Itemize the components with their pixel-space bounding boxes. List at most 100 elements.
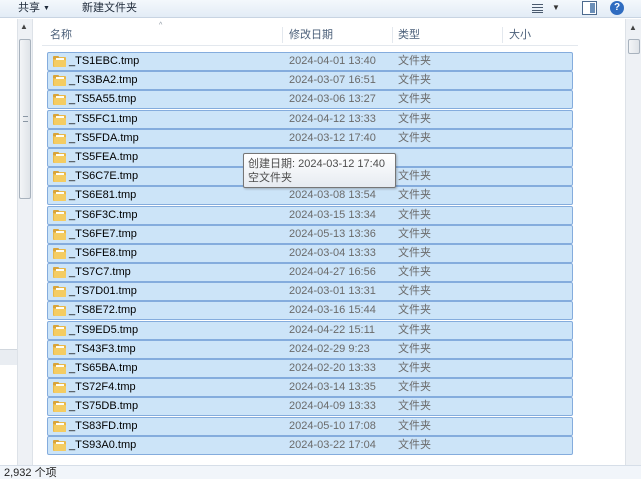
- navigation-pane[interactable]: [0, 19, 17, 465]
- grip-icon: [23, 116, 28, 122]
- modified-date: 2024-04-22 15:11: [289, 323, 376, 336]
- folder-icon: [53, 382, 66, 394]
- file-name: _TS5A55.tmp: [69, 93, 137, 106]
- file-type: 文件夹: [398, 55, 431, 67]
- scroll-up-arrow-icon[interactable]: ▲: [629, 23, 637, 32]
- folder-icon: [53, 343, 66, 355]
- column-size-header[interactable]: 大小: [509, 24, 531, 46]
- column-name-header[interactable]: 名称: [50, 24, 72, 46]
- file-row[interactable]: _TS7D01.tmp 2024-03-01 13:31 文件夹: [47, 282, 573, 302]
- file-type: 文件夹: [398, 342, 431, 355]
- column-divider[interactable]: [502, 27, 503, 43]
- tooltip-created-date: 创建日期: 2024-03-12 17:40: [248, 158, 385, 170]
- sort-ascending-icon: ^: [159, 22, 163, 29]
- modified-date: 2024-03-12 17:40: [289, 131, 376, 144]
- file-row[interactable]: _TS43F3.tmp 2024-02-29 9:23 文件夹: [47, 339, 573, 359]
- folder-icon: [53, 56, 66, 67]
- file-name: _TS65BA.tmp: [69, 362, 138, 374]
- file-name: _TS7C7.tmp: [69, 266, 131, 279]
- file-type: 文件夹: [398, 381, 431, 394]
- folder-icon: [53, 94, 66, 106]
- file-row[interactable]: _TS5FC1.tmp 2024-04-12 13:33 文件夹: [47, 109, 573, 129]
- folder-icon: [53, 324, 66, 336]
- file-name: _TS3BA2.tmp: [69, 74, 138, 87]
- modified-date: 2024-04-12 13:33: [289, 112, 376, 125]
- column-divider[interactable]: [392, 27, 393, 43]
- modified-date: 2024-03-16 15:44: [289, 304, 376, 317]
- modified-date: 2024-03-04 13:33: [289, 246, 376, 259]
- folder-icon: [53, 151, 66, 163]
- file-row[interactable]: _TS83FD.tmp 2024-05-10 17:08 文件夹: [47, 416, 573, 436]
- file-list-scrollbar[interactable]: ▲: [625, 19, 641, 465]
- file-type: 文件夹: [398, 285, 431, 298]
- navigation-pane-divider: [0, 349, 17, 365]
- file-type: 文件夹: [398, 323, 431, 336]
- file-row[interactable]: _TS8E72.tmp 2024-03-16 15:44 文件夹: [47, 301, 573, 321]
- file-name: _TS6C7E.tmp: [69, 170, 139, 183]
- folder-icon: [53, 420, 66, 432]
- folder-icon: [53, 132, 66, 144]
- file-row[interactable]: _TS6FE8.tmp 2024-03-04 13:33 文件夹: [47, 243, 573, 263]
- file-name: _TS83FD.tmp: [69, 419, 138, 432]
- folder-icon: [53, 363, 66, 374]
- file-type: 文件夹: [398, 170, 431, 183]
- file-name: _TS7D01.tmp: [69, 285, 137, 298]
- file-list-scroll-thumb[interactable]: [628, 39, 640, 54]
- file-type: 文件夹: [398, 131, 431, 144]
- file-row[interactable]: _TS5A55.tmp 2024-03-06 13:27 文件夹: [47, 90, 573, 110]
- file-row[interactable]: _TS6E81.tmp 2024-03-08 13:54 文件夹: [47, 186, 573, 206]
- folder-icon: [53, 171, 66, 183]
- file-row[interactable]: _TS72F4.tmp 2024-03-14 13:35 文件夹: [47, 378, 573, 398]
- modified-date: 2024-05-10 17:08: [289, 419, 376, 432]
- modified-date: 2024-03-07 16:51: [289, 74, 376, 87]
- file-row[interactable]: _TS5FDA.tmp 2024-03-12 17:40 文件夹: [47, 128, 573, 148]
- file-row[interactable]: _TS3BA2.tmp 2024-03-07 16:51 文件夹: [47, 71, 573, 91]
- share-label: 共享: [18, 2, 40, 14]
- file-name: _TS6E81.tmp: [69, 189, 137, 202]
- file-row[interactable]: _TS93A0.tmp 2024-03-22 17:04 文件夹: [47, 435, 573, 455]
- file-type: 文件夹: [398, 246, 431, 259]
- share-button[interactable]: 共享 ▼: [18, 1, 50, 16]
- file-row[interactable]: _TS1EBC.tmp 2024-04-01 13:40 文件夹: [47, 52, 573, 71]
- command-bar: 共享 ▼ 新建文件夹 ▼ ?: [0, 0, 641, 18]
- file-list: _TS1EBC.tmp 2024-04-01 13:40 文件夹 _TS3BA2.tm…: [47, 52, 573, 460]
- file-name: _TS5FEA.tmp: [69, 150, 139, 163]
- file-row[interactable]: _TS65BA.tmp 2024-02-20 13:33 文件夹: [47, 359, 573, 378]
- folder-tooltip: 创建日期: 2024-03-12 17:40 空文件夹: [243, 153, 396, 188]
- modified-date: 2024-03-01 13:31: [289, 285, 376, 298]
- file-row[interactable]: _TS6FE7.tmp 2024-05-13 13:36 文件夹: [47, 224, 573, 244]
- file-name: _TS43F3.tmp: [69, 342, 136, 355]
- column-type-header[interactable]: 类型: [398, 24, 420, 46]
- folder-icon: [53, 209, 66, 221]
- file-type: 文件夹: [398, 400, 431, 413]
- file-type: 文件夹: [398, 362, 431, 374]
- file-name: _TS93A0.tmp: [69, 438, 137, 451]
- folder-icon: [53, 228, 66, 240]
- file-name: _TS5FC1.tmp: [69, 112, 138, 125]
- file-row[interactable]: _TS6F3C.tmp 2024-03-15 13:34 文件夹: [47, 205, 573, 225]
- file-type: 文件夹: [398, 112, 431, 125]
- file-row[interactable]: _TS7C7.tmp 2024-04-27 16:56 文件夹: [47, 263, 573, 283]
- preview-pane-button[interactable]: [582, 1, 597, 15]
- file-row[interactable]: _TS75DB.tmp 2024-04-09 13:33 文件夹: [47, 397, 573, 417]
- file-type: 文件夹: [398, 74, 431, 87]
- file-name: _TS9ED5.tmp: [69, 323, 139, 336]
- modified-date: 2024-03-15 13:34: [289, 208, 376, 221]
- folder-icon: [53, 439, 66, 451]
- file-name: _TS6F3C.tmp: [69, 208, 138, 221]
- navigation-scrollbar[interactable]: ▲: [17, 19, 33, 465]
- file-type: 文件夹: [398, 93, 431, 106]
- folder-icon: [53, 247, 66, 259]
- navigation-scroll-thumb[interactable]: [19, 39, 31, 199]
- column-divider[interactable]: [282, 27, 283, 43]
- file-type: 文件夹: [398, 304, 431, 317]
- modified-date: 2024-03-14 13:35: [289, 381, 376, 394]
- file-row[interactable]: _TS9ED5.tmp 2024-04-22 15:11 文件夹: [47, 320, 573, 340]
- new-folder-button[interactable]: 新建文件夹: [82, 1, 137, 16]
- help-button[interactable]: ?: [610, 1, 624, 15]
- modified-date: 2024-03-22 17:04: [289, 438, 376, 451]
- modified-date: 2024-04-09 13:33: [289, 400, 376, 413]
- change-view-button[interactable]: ▼: [530, 2, 562, 15]
- scroll-up-arrow-icon[interactable]: ▲: [20, 22, 28, 31]
- column-date-header[interactable]: 修改日期: [289, 24, 333, 46]
